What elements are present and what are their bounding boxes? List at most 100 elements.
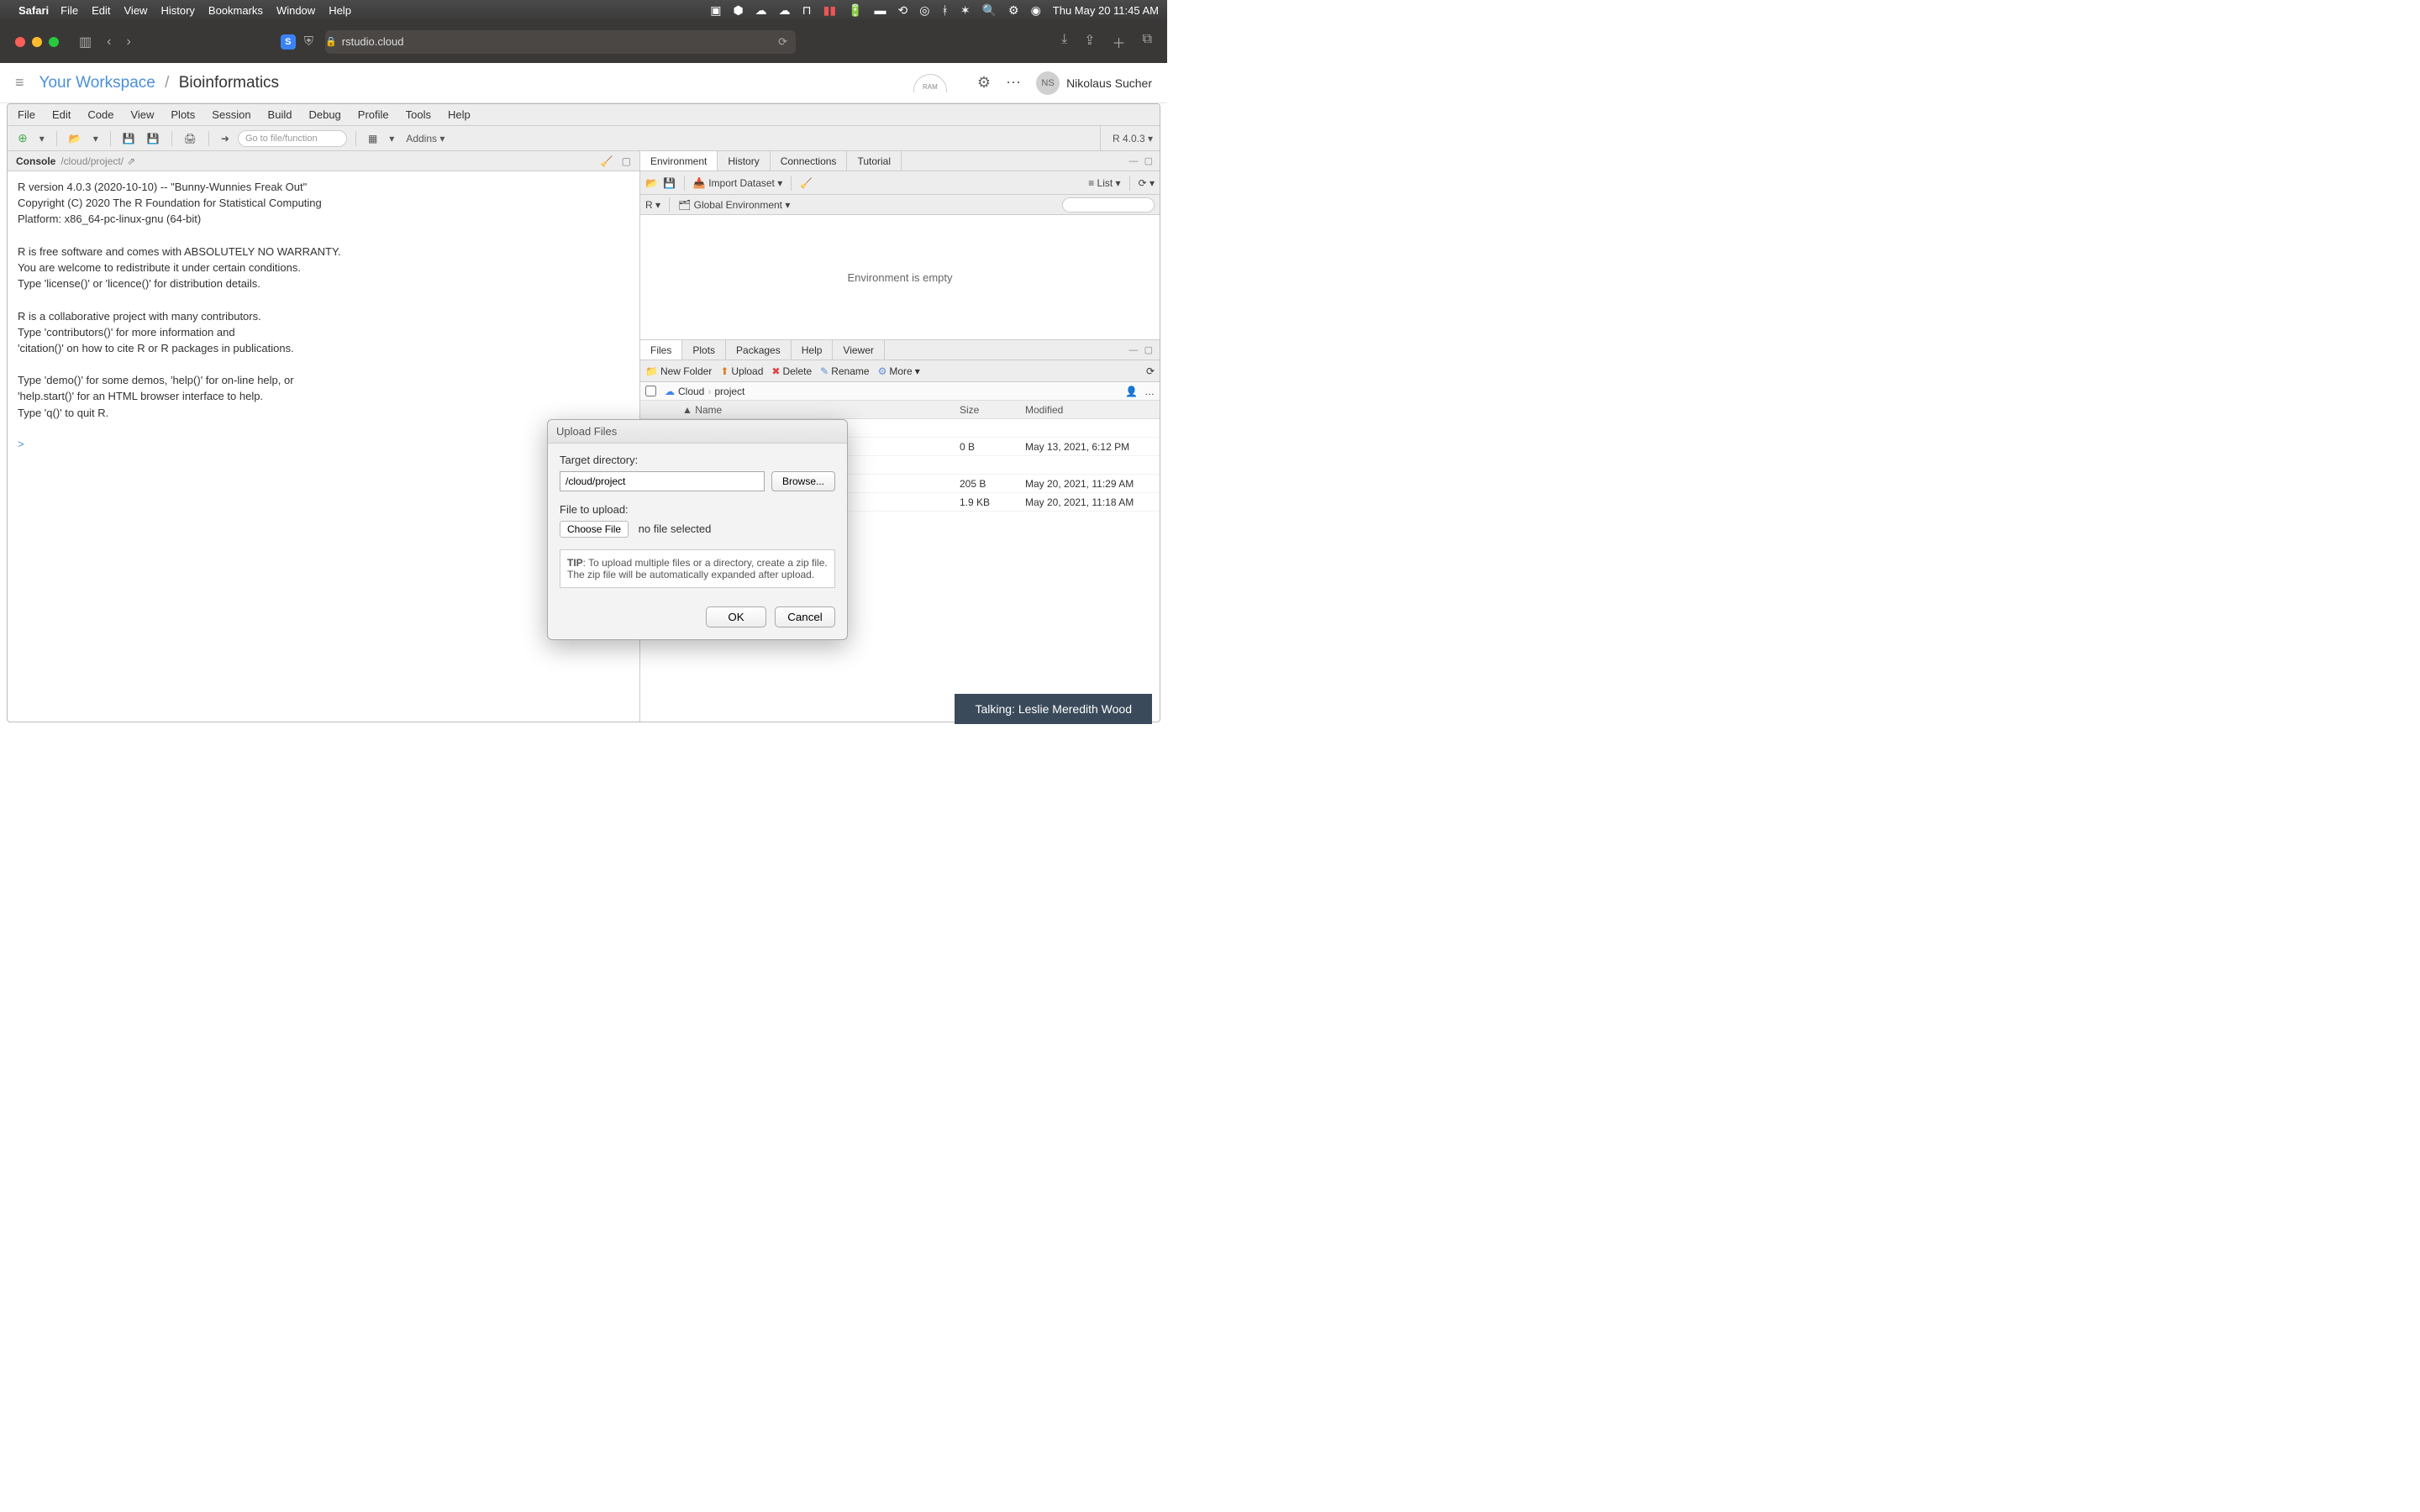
reload-icon[interactable]: ⟳	[778, 35, 787, 49]
back-button[interactable]: ‹	[107, 34, 111, 50]
save-all-icon[interactable]: 💾	[144, 131, 163, 146]
menu-history[interactable]: History	[160, 4, 194, 17]
flag-icon[interactable]: ▬	[874, 3, 886, 17]
upload-button[interactable]: ⬆Upload	[720, 365, 763, 377]
avatar[interactable]: NS	[1036, 71, 1060, 95]
battery-icon[interactable]: 🔋	[848, 3, 862, 18]
tab-tutorial[interactable]: Tutorial	[847, 151, 902, 171]
status-icon[interactable]: ▣	[710, 3, 721, 18]
tab-viewer[interactable]: Viewer	[833, 340, 884, 360]
save-icon[interactable]: 💾	[119, 131, 139, 146]
cancel-button[interactable]: Cancel	[775, 606, 835, 627]
refresh-env-icon[interactable]: ⟳ ▾	[1139, 177, 1155, 189]
timemachine-icon[interactable]: ⟲	[897, 3, 908, 18]
dropbox-icon[interactable]: ⬢	[733, 3, 743, 18]
env-search-input[interactable]	[1062, 197, 1155, 213]
global-env-selector[interactable]: 🗂 Global Environment ▾	[678, 199, 790, 211]
console-tab[interactable]: Console	[16, 155, 55, 167]
grid-icon[interactable]: ▦	[365, 131, 381, 146]
tab-history[interactable]: History	[718, 151, 770, 171]
menubar-clock[interactable]: Thu May 20 11:45 AM	[1053, 4, 1159, 17]
ide-menu-code[interactable]: Code	[87, 108, 113, 121]
siri-icon[interactable]: ◉	[1031, 3, 1041, 18]
tab-environment[interactable]: Environment	[640, 151, 718, 171]
goto-file-input[interactable]: Go to file/function	[238, 130, 347, 147]
close-window-button[interactable]	[15, 37, 25, 47]
bluetooth-icon[interactable]: ᚼ	[941, 3, 948, 17]
ide-menu-edit[interactable]: Edit	[52, 108, 71, 121]
cloud-icon[interactable]: ☁	[755, 3, 767, 18]
person-icon[interactable]: 👤	[1125, 386, 1138, 397]
col-modified[interactable]: Modified	[1025, 404, 1160, 416]
menu-window[interactable]: Window	[276, 4, 315, 17]
tab-connections[interactable]: Connections	[771, 151, 848, 171]
browse-button[interactable]: Browse...	[771, 471, 835, 491]
site-favicon[interactable]: S	[281, 34, 296, 50]
tab-files[interactable]: Files	[640, 340, 682, 360]
col-name[interactable]: ▲ Name	[640, 404, 960, 416]
select-all-checkbox[interactable]	[645, 386, 656, 396]
tab-plots[interactable]: Plots	[682, 340, 726, 360]
choose-file-button[interactable]: Choose File	[560, 521, 629, 538]
ide-menu-profile[interactable]: Profile	[358, 108, 389, 121]
share-icon[interactable]: ⇪	[1084, 32, 1095, 52]
broom-icon[interactable]: 🧹	[800, 177, 813, 189]
dock-icon[interactable]: ⊓	[802, 3, 812, 18]
col-size[interactable]: Size	[960, 404, 1025, 416]
privacy-shield-icon[interactable]: ⛨	[304, 34, 313, 49]
tabs-overview-icon[interactable]: ⧉	[1143, 32, 1152, 52]
settings-icon[interactable]: ⚙	[977, 74, 991, 92]
ellipsis-icon[interactable]: …	[1144, 386, 1155, 397]
zoom-window-button[interactable]	[49, 37, 59, 47]
minimize-window-button[interactable]	[32, 37, 42, 47]
load-ws-icon[interactable]: 📂	[645, 177, 658, 189]
cloud2-icon[interactable]: ☁	[779, 3, 791, 18]
new-folder-button[interactable]: 📁New Folder	[645, 365, 712, 377]
rename-button[interactable]: ✎Rename	[820, 365, 869, 377]
list-view-button[interactable]: ≡ List ▾	[1088, 177, 1120, 189]
address-bar[interactable]: 🔒 rstudio.cloud ⟳	[325, 30, 796, 54]
hamburger-icon[interactable]: ≡	[15, 74, 24, 92]
more-button[interactable]: ⚙More ▾	[878, 365, 920, 377]
print-icon[interactable]: 🖨	[181, 131, 200, 146]
wifi-icon[interactable]: ✶	[960, 3, 971, 18]
open-folder-icon[interactable]: 📂	[66, 131, 85, 146]
menu-file[interactable]: File	[60, 4, 78, 17]
ok-button[interactable]: OK	[706, 606, 766, 627]
import-dataset-button[interactable]: 📥 Import Dataset ▾	[693, 177, 782, 189]
ide-menu-build[interactable]: Build	[268, 108, 292, 121]
airdrop-icon[interactable]: ◎	[919, 3, 929, 18]
menu-edit[interactable]: Edit	[92, 4, 110, 17]
goto-icon[interactable]: ➜	[218, 131, 233, 146]
save-ws-icon[interactable]: 💾	[663, 177, 676, 189]
pause-icon[interactable]: ▮▮	[823, 3, 836, 18]
maximize-pane-icon[interactable]: ▢	[622, 155, 631, 167]
target-directory-input[interactable]	[560, 471, 765, 491]
menu-view[interactable]: View	[124, 4, 148, 17]
console-path-icon[interactable]: ⇗	[127, 155, 135, 167]
ide-menu-plots[interactable]: Plots	[171, 108, 195, 121]
delete-button[interactable]: ✖Delete	[771, 365, 812, 377]
app-name[interactable]: Safari	[18, 4, 49, 17]
new-file-icon[interactable]: ⊕	[14, 129, 31, 147]
addins-button[interactable]: Addins ▾	[402, 131, 448, 146]
clear-console-icon[interactable]: 🧹	[601, 155, 613, 167]
crumb-cloud[interactable]: Cloud	[678, 386, 704, 397]
ide-menu-tools[interactable]: Tools	[406, 108, 431, 121]
ram-gauge[interactable]: RAM	[913, 74, 947, 92]
r-lang-selector[interactable]: R ▾	[645, 199, 660, 211]
ide-menu-view[interactable]: View	[130, 108, 154, 121]
menu-bookmarks[interactable]: Bookmarks	[208, 4, 263, 17]
console-output[interactable]: R version 4.0.3 (2020-10-10) -- "Bunny-W…	[8, 171, 639, 722]
new-tab-icon[interactable]: ＋	[1113, 32, 1126, 52]
breadcrumb-workspace[interactable]: Your Workspace	[39, 74, 155, 92]
ide-menu-file[interactable]: File	[18, 108, 35, 121]
ide-menu-debug[interactable]: Debug	[308, 108, 340, 121]
tab-help[interactable]: Help	[792, 340, 834, 360]
pane-window-buttons[interactable]: — ▢	[1129, 155, 1155, 166]
forward-button[interactable]: ›	[126, 34, 130, 50]
menu-help[interactable]: Help	[329, 4, 351, 17]
ide-menu-help[interactable]: Help	[448, 108, 471, 121]
crumb-project[interactable]: project	[714, 386, 744, 397]
r-version[interactable]: R 4.0.3 ▾	[1100, 126, 1153, 150]
